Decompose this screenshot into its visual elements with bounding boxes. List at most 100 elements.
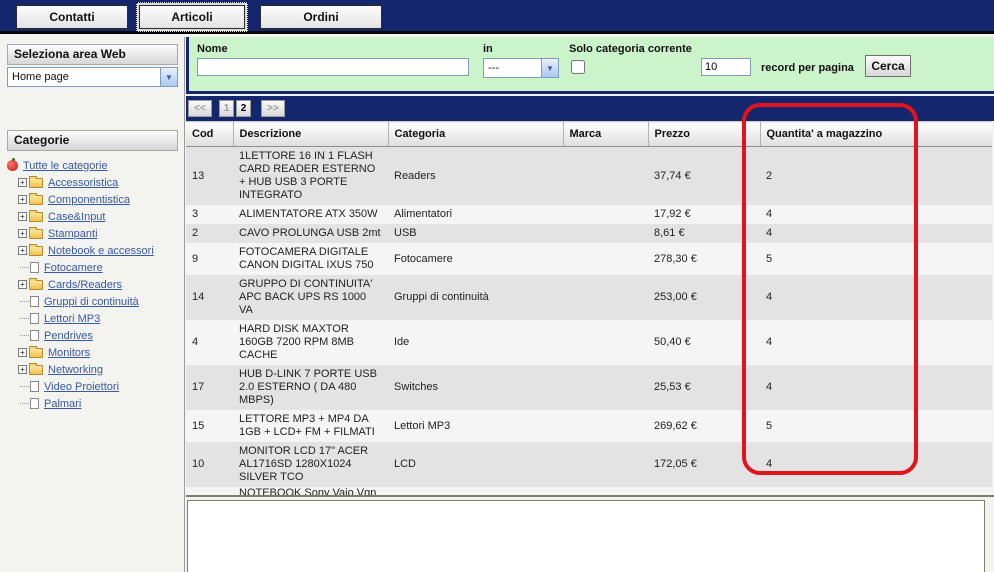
- tree-link[interactable]: Case&Input: [48, 211, 105, 223]
- cell-cod: 9: [192, 252, 199, 265]
- search-button[interactable]: Cerca: [865, 55, 911, 77]
- tab-articoli[interactable]: Articoli: [136, 2, 248, 32]
- tree-link[interactable]: Accessoristica: [48, 177, 118, 189]
- expand-plus-icon[interactable]: +: [18, 178, 27, 187]
- cell-descrizione: NOTEBOOK Sony Vaio Vgn: [239, 487, 377, 495]
- tree-link[interactable]: Fotocamere: [44, 262, 103, 274]
- document-icon: [30, 313, 39, 324]
- cell-quantita: 4: [766, 291, 773, 303]
- cell-quantita: 4: [766, 458, 773, 470]
- header-descrizione[interactable]: Descrizione: [233, 121, 389, 147]
- tree-item-stampanti[interactable]: + Stampanti: [18, 225, 182, 242]
- tree-link[interactable]: Notebook e accessori: [48, 245, 154, 257]
- tree-link[interactable]: Monitors: [48, 347, 90, 359]
- header-marca[interactable]: Marca: [563, 121, 649, 147]
- cell-descrizione: ALIMENTATORE ATX 350W: [239, 208, 378, 220]
- cell-cod: 3: [192, 208, 199, 220]
- cell-prezzo: 50,40 €: [654, 336, 691, 348]
- cell-marca: [563, 365, 648, 410]
- tree-item-video-proiettori[interactable]: Video Proiettori: [20, 378, 182, 395]
- tree-item-tutte-le-categorie[interactable]: Tutte le categorie: [7, 157, 182, 174]
- name-input[interactable]: [197, 58, 469, 76]
- name-label: Nome: [197, 43, 228, 55]
- table-row[interactable]: 2 CAVO PROLUNGA USB 2mt USB 8,61 € 4: [186, 224, 992, 243]
- tree-item-case-input[interactable]: + Case&Input: [18, 208, 182, 225]
- table-row[interactable]: 4 HARD DISK MAXTOR 160GB 7200 RPM 8MB CA…: [186, 320, 992, 365]
- tab-contatti[interactable]: Contatti: [16, 5, 128, 29]
- expand-plus-icon[interactable]: +: [18, 246, 27, 255]
- tree-link[interactable]: Lettori MP3: [44, 313, 100, 325]
- top-nav-bar: Contatti Articoli Ordini: [0, 0, 994, 34]
- current-category-checkbox[interactable]: [571, 60, 585, 74]
- cell-prezzo: 17,92 €: [654, 208, 691, 220]
- expand-plus-icon[interactable]: +: [18, 365, 27, 374]
- tree-item-networking[interactable]: + Networking: [18, 361, 182, 378]
- table-row[interactable]: 14 GRUPPO DI CONTINUITA' APC BACK UPS RS…: [186, 275, 992, 320]
- cell-categoria: USB: [394, 227, 417, 239]
- tree-link[interactable]: Video Proiettori: [44, 381, 119, 393]
- table-row[interactable]: 15 LETTORE MP3 + MP4 DA 1GB + LCD+ FM + …: [186, 410, 992, 442]
- records-per-page-input[interactable]: [701, 58, 751, 76]
- tree-branch-line: [20, 386, 29, 387]
- main-content: Nome in --- ▼ Solo categoria corrente re…: [186, 37, 994, 572]
- pagination-bar: << 1 2 >>: [186, 96, 994, 121]
- tree-branch-line: [20, 267, 29, 268]
- tree-link[interactable]: Tutte le categorie: [23, 160, 108, 172]
- tree-link[interactable]: Gruppi di continuità: [44, 296, 139, 308]
- area-web-select[interactable]: Home page ▼: [7, 67, 178, 87]
- expand-plus-icon[interactable]: +: [18, 280, 27, 289]
- table-row[interactable]: 13 1LETTORE 16 IN 1 FLASH CARD READER ES…: [186, 146, 992, 205]
- cell-cod: [186, 487, 233, 495]
- cell-quantita: 4: [766, 381, 773, 393]
- cell-descrizione: HARD DISK MAXTOR 160GB 7200 RPM 8MB CACH…: [239, 323, 354, 361]
- tree-item-pendrives[interactable]: Pendrives: [20, 327, 182, 344]
- cell-descrizione: HUB D-LINK 7 PORTE USB 2.0 ESTERNO ( DA …: [239, 368, 377, 406]
- expand-plus-icon[interactable]: +: [18, 195, 27, 204]
- table-row[interactable]: 3 ALIMENTATORE ATX 350W Alimentatori 17,…: [186, 205, 992, 224]
- chevron-down-icon[interactable]: ▼: [160, 68, 177, 86]
- pagination-last-button[interactable]: >>: [261, 100, 285, 117]
- chevron-down-icon[interactable]: ▼: [541, 59, 558, 77]
- tree-link[interactable]: Componentistica: [48, 194, 130, 206]
- tree-link[interactable]: Networking: [48, 364, 103, 376]
- tree-item-monitors[interactable]: + Monitors: [18, 344, 182, 361]
- search-panel: Nome in --- ▼ Solo categoria corrente re…: [186, 37, 994, 94]
- pagination-page-1-button[interactable]: 1: [219, 100, 234, 117]
- tree-item-accessoristica[interactable]: + Accessoristica: [18, 174, 182, 191]
- tree-item-componentistica[interactable]: + Componentistica: [18, 191, 182, 208]
- cell-marca: [563, 410, 648, 442]
- table-row[interactable]: 10 MONITOR LCD 17" ACER AL1716SD 1280X10…: [186, 442, 992, 487]
- pagination-first-button[interactable]: <<: [188, 100, 212, 117]
- tab-ordini[interactable]: Ordini: [260, 5, 382, 29]
- tree-item-palmari[interactable]: Palmari: [20, 395, 182, 412]
- cell-marca: [563, 442, 648, 487]
- expand-plus-icon[interactable]: +: [18, 348, 27, 357]
- expand-plus-icon[interactable]: +: [18, 212, 27, 221]
- tree-link[interactable]: Stampanti: [48, 228, 98, 240]
- expand-plus-icon[interactable]: +: [18, 229, 27, 238]
- header-quantita[interactable]: Quantita' a magazzino: [760, 121, 992, 147]
- cell-marca: [563, 487, 648, 495]
- tree-item-lettori-mp3[interactable]: Lettori MP3: [20, 310, 182, 327]
- category-tree: Tutte le categorie + Accessoristica + Co…: [0, 151, 184, 412]
- table-row[interactable]: 17 HUB D-LINK 7 PORTE USB 2.0 ESTERNO ( …: [186, 365, 992, 410]
- document-icon: [30, 262, 39, 273]
- header-cod[interactable]: Cod: [186, 121, 234, 147]
- tree-item-notebook-e-accessori[interactable]: + Notebook e accessori: [18, 242, 182, 259]
- results-table-wrap: Cod Descrizione Categoria Marca Prezzo Q…: [186, 121, 994, 497]
- in-select[interactable]: --- ▼: [483, 58, 559, 78]
- tree-item-gruppi-di-continuita[interactable]: Gruppi di continuità: [20, 293, 182, 310]
- header-categoria[interactable]: Categoria: [388, 121, 564, 147]
- tree-item-cards-readers[interactable]: + Cards/Readers: [18, 276, 182, 293]
- cell-descrizione: LETTORE MP3 + MP4 DA 1GB + LCD+ FM + FIL…: [239, 413, 375, 438]
- table-row-clipped[interactable]: NOTEBOOK Sony Vaio Vgn: [186, 487, 992, 495]
- tree-item-fotocamere[interactable]: Fotocamere: [20, 259, 182, 276]
- header-prezzo[interactable]: Prezzo: [648, 121, 761, 147]
- tree-link[interactable]: Cards/Readers: [48, 279, 122, 291]
- table-row[interactable]: 9 FOTOCAMERA DIGITALE CANON DIGITAL IXUS…: [186, 243, 992, 275]
- tree-link[interactable]: Pendrives: [44, 330, 93, 342]
- cell-categoria: Ide: [394, 336, 410, 348]
- tree-link[interactable]: Palmari: [44, 398, 81, 410]
- cell-quantita: 4: [766, 336, 773, 348]
- pagination-page-2-button[interactable]: 2: [236, 100, 251, 117]
